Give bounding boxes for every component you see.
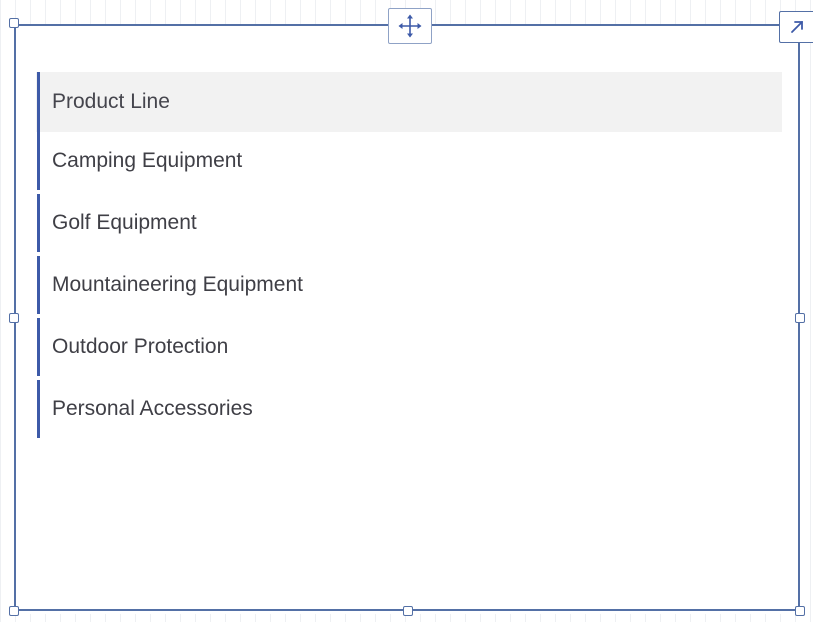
list-header-label: Product Line xyxy=(52,90,170,113)
product-line-list: Product Line Camping Equipment Golf Equi… xyxy=(36,72,782,442)
move-handle[interactable] xyxy=(388,8,432,44)
list-item[interactable]: Mountaineering Equipment xyxy=(36,256,782,318)
list-item-label: Outdoor Protection xyxy=(52,335,229,358)
list-item-label: Mountaineering Equipment xyxy=(52,273,303,296)
resize-handle-middle-right[interactable] xyxy=(795,313,805,323)
move-arrows-icon xyxy=(398,14,422,38)
expand-arrow-icon xyxy=(790,21,803,33)
list-item-label: Golf Equipment xyxy=(52,211,197,234)
resize-handle-bottom-center[interactable] xyxy=(403,606,413,616)
list-item[interactable]: Camping Equipment xyxy=(36,132,782,194)
list-item-label: Camping Equipment xyxy=(52,149,243,172)
resize-handle-top-left[interactable] xyxy=(9,18,19,28)
list-item[interactable]: Personal Accessories xyxy=(36,380,782,442)
list-item[interactable]: Golf Equipment xyxy=(36,194,782,256)
list-header[interactable]: Product Line xyxy=(36,72,782,132)
expand-button[interactable] xyxy=(779,11,813,43)
list-item-label: Personal Accessories xyxy=(52,397,253,420)
list-item[interactable]: Outdoor Protection xyxy=(36,318,782,380)
resize-handle-bottom-left[interactable] xyxy=(9,606,19,616)
resize-handle-bottom-right[interactable] xyxy=(795,606,805,616)
resize-handle-middle-left[interactable] xyxy=(9,313,19,323)
